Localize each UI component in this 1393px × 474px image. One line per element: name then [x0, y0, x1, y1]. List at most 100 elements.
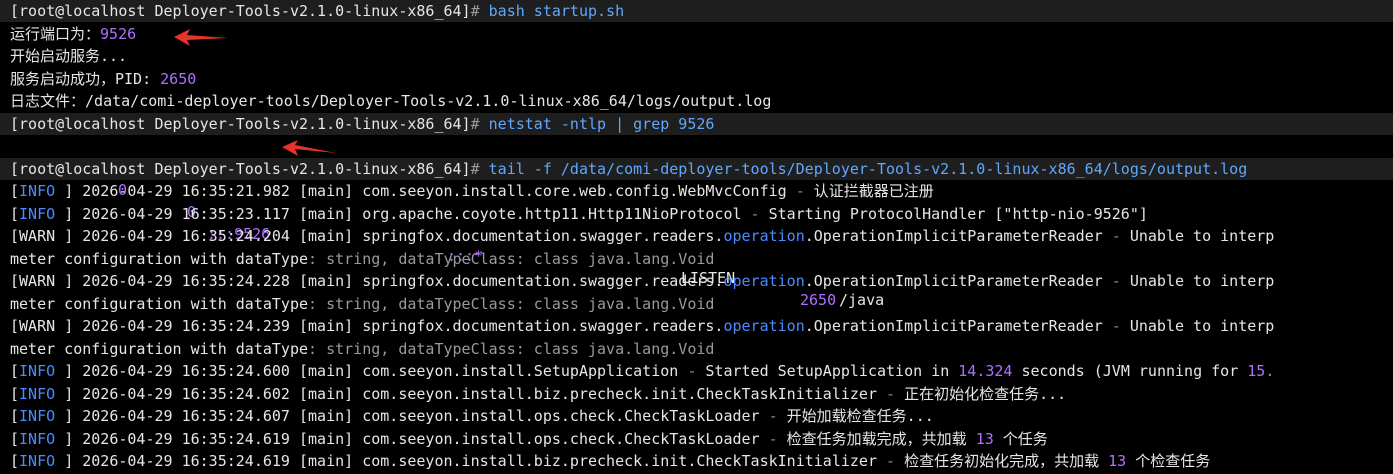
log-timestamp: 2026-04-29 16:35:24.619: [82, 452, 290, 470]
command-text: netstat -ntlp | grep 9526: [479, 114, 715, 133]
log-class: org.apache.coyote.http11.Http11NioProtoc…: [362, 204, 742, 223]
prompt-text: [root@localhost Deployer-Tools-v2.1.0-li…: [10, 2, 471, 20]
netstat-output-line: tcp6 0 0 :::9526 :::* LISTEN 2650/java: [0, 135, 1393, 309]
log-level: INFO: [19, 362, 65, 380]
log-level: INFO: [19, 407, 65, 425]
log-thread: main: [308, 384, 345, 403]
output-logfile-line: 日志文件：/data/comi-deployer-tools/Deployer-…: [10, 90, 771, 112]
log-line-continuation: meter configuration with dataType: strin…: [10, 338, 714, 360]
output-text: 开始启动服务...: [10, 47, 128, 65]
log-timestamp: 2026-04-29 16:35:21.982: [82, 182, 290, 200]
log-class-suffix: .OperationImplicitParameterReader: [804, 317, 1103, 335]
command-text: bash startup.sh: [479, 2, 625, 20]
log-thread: main: [308, 317, 345, 335]
log-line: [INFO ] 2026-04-29 16:35:24.607 [main] c…: [10, 407, 934, 425]
log-class-keyword: operation: [723, 317, 805, 335]
log-continuation-c: : class java.lang.Void: [515, 339, 715, 358]
log-timestamp: 2026-04-29 16:35:24.602: [82, 384, 290, 403]
log-line: [INFO ] 2026-04-29 16:35:21.982 [main] c…: [10, 182, 934, 200]
log-continuation-a: meter configuration with dataType: [10, 339, 309, 358]
log-timestamp: 2026-04-29 16:35:24.619: [82, 429, 290, 448]
prompt-text: [root@localhost Deployer-Tools-v2.1.0-li…: [10, 114, 471, 133]
log-timestamp: 2026-04-29 16:35:24.239: [82, 317, 290, 335]
annotation-arrow-netstat: [282, 140, 336, 156]
log-message: 开始加载检查任务...: [786, 407, 934, 425]
log-level: WARN: [19, 272, 65, 290]
log-line: [INFO ] 2026-04-29 16:35:24.619 [main] c…: [10, 452, 1211, 470]
log-number: 15.: [1247, 362, 1275, 380]
log-timestamp: 2026-04-29 16:35:24.228: [82, 272, 290, 290]
log-thread: main: [308, 362, 345, 380]
log-class-prefix: springfox.documentation.swagger.readers.: [362, 272, 724, 290]
log-class-keyword: operation: [723, 272, 805, 290]
output-pid-line: 服务启动成功，PID: 2650: [10, 68, 196, 90]
log-line-warn: [WARN ] 2026-04-29 16:35:24.228 [main] s…: [10, 272, 1275, 290]
log-line-continuation: meter configuration with dataType: strin…: [10, 248, 714, 270]
log-class-prefix: springfox.documentation.swagger.readers.: [362, 317, 724, 335]
log-thread: main: [308, 204, 345, 223]
log-message: 检查任务加载完成，共加载: [786, 429, 976, 448]
log-line-warn: [WARN ] 2026-04-29 16:35:24.239 [main] s…: [10, 317, 1275, 335]
port-value: 9526: [100, 24, 137, 43]
log-level: INFO: [19, 384, 65, 403]
netstat-pid: 2650: [800, 291, 837, 309]
annotation-arrow-port: [174, 29, 228, 46]
pid-value: 2650: [151, 69, 197, 88]
log-message: 检查任务初始化完成，共加载: [904, 452, 1109, 470]
log-class: com.seeyon.install.biz.precheck.init.Che…: [362, 384, 877, 403]
log-timestamp: 2026-04-29 16:35:24.204: [82, 227, 290, 245]
log-class: com.seeyon.install.biz.precheck.init.Che…: [362, 452, 877, 470]
log-level: WARN: [19, 227, 65, 245]
logfile-path: /data/comi-deployer-tools/Deployer-Tools…: [85, 92, 772, 110]
log-class-keyword: operation: [723, 227, 805, 245]
log-line-continuation: meter configuration with dataType: strin…: [10, 293, 714, 315]
log-message: 认证拦截器已注册: [813, 182, 934, 200]
log-message: Unable to interp: [1129, 317, 1275, 335]
log-level: INFO: [19, 204, 65, 223]
prompt-line-netstat: [root@localhost Deployer-Tools-v2.1.0-li…: [0, 112, 1393, 135]
log-continuation-a: meter configuration with dataType: [10, 249, 309, 268]
output-port-line: 运行端口为：9526: [10, 23, 136, 45]
log-message-tail: 个检查任务: [1126, 452, 1211, 470]
log-class-suffix: .OperationImplicitParameterReader: [804, 227, 1103, 245]
log-thread: main: [308, 429, 345, 448]
log-thread: main: [308, 452, 345, 470]
log-thread: main: [308, 227, 345, 245]
log-class: com.seeyon.install.core.web.config.WebMv…: [362, 182, 787, 200]
output-label: 服务启动成功，PID:: [10, 69, 152, 88]
log-continuation-c: : class java.lang.Void: [515, 294, 715, 313]
log-class: com.seeyon.install.SetupApplication: [362, 362, 679, 380]
log-number: 13: [975, 429, 994, 448]
log-line: [INFO ] 2026-04-29 16:35:24.619 [main] c…: [10, 429, 1048, 448]
log-continuation-b: : string, dataTypeClass: [308, 294, 516, 313]
log-continuation-c: : class java.lang.Void: [515, 249, 715, 268]
log-timestamp: 2026-04-29 16:35:23.117: [82, 204, 290, 223]
log-level: INFO: [19, 182, 65, 200]
output-starting-line: 开始启动服务...: [10, 45, 127, 67]
log-continuation-b: : string, dataTypeClass: [308, 249, 516, 268]
output-label: 运行端口为：: [10, 24, 101, 43]
prompt-hash: #: [470, 114, 480, 133]
log-class-suffix: .OperationImplicitParameterReader: [804, 272, 1103, 290]
prompt-line-startup: [root@localhost Deployer-Tools-v2.1.0-li…: [0, 0, 1393, 22]
log-thread: main: [308, 182, 345, 200]
log-class: com.seeyon.install.ops.check.CheckTaskLo…: [362, 407, 760, 425]
log-number: 14.324: [958, 362, 1013, 380]
prompt-hash: #: [470, 2, 480, 20]
log-message-tail: 个任务: [993, 429, 1048, 448]
prompt-text: [root@localhost Deployer-Tools-v2.1.0-li…: [10, 159, 471, 178]
log-thread: main: [308, 272, 345, 290]
output-label: 日志文件：: [10, 92, 86, 110]
log-timestamp: 2026-04-29 16:35:24.600: [82, 362, 290, 380]
prompt-hash: #: [470, 159, 480, 178]
log-continuation-b: : string, dataTypeClass: [308, 339, 516, 358]
terminal-window[interactable]: [root@localhost Deployer-Tools-v2.1.0-li…: [0, 0, 1393, 474]
log-line-warn: [WARN ] 2026-04-29 16:35:24.204 [main] s…: [10, 227, 1275, 245]
log-timestamp: 2026-04-29 16:35:24.607: [82, 407, 290, 425]
log-message: 正在初始化检查任务...: [904, 384, 1067, 403]
log-message: Starting ProtocolHandler ["http-nio-9526…: [768, 204, 1148, 223]
log-class: com.seeyon.install.ops.check.CheckTaskLo…: [362, 429, 760, 448]
command-text: tail -f /data/comi-deployer-tools/Deploy…: [479, 159, 1248, 178]
log-message-tail: seconds (JVM running for: [1012, 362, 1248, 380]
log-line: [INFO ] 2026-04-29 16:35:24.600 [main] c…: [10, 362, 1275, 380]
